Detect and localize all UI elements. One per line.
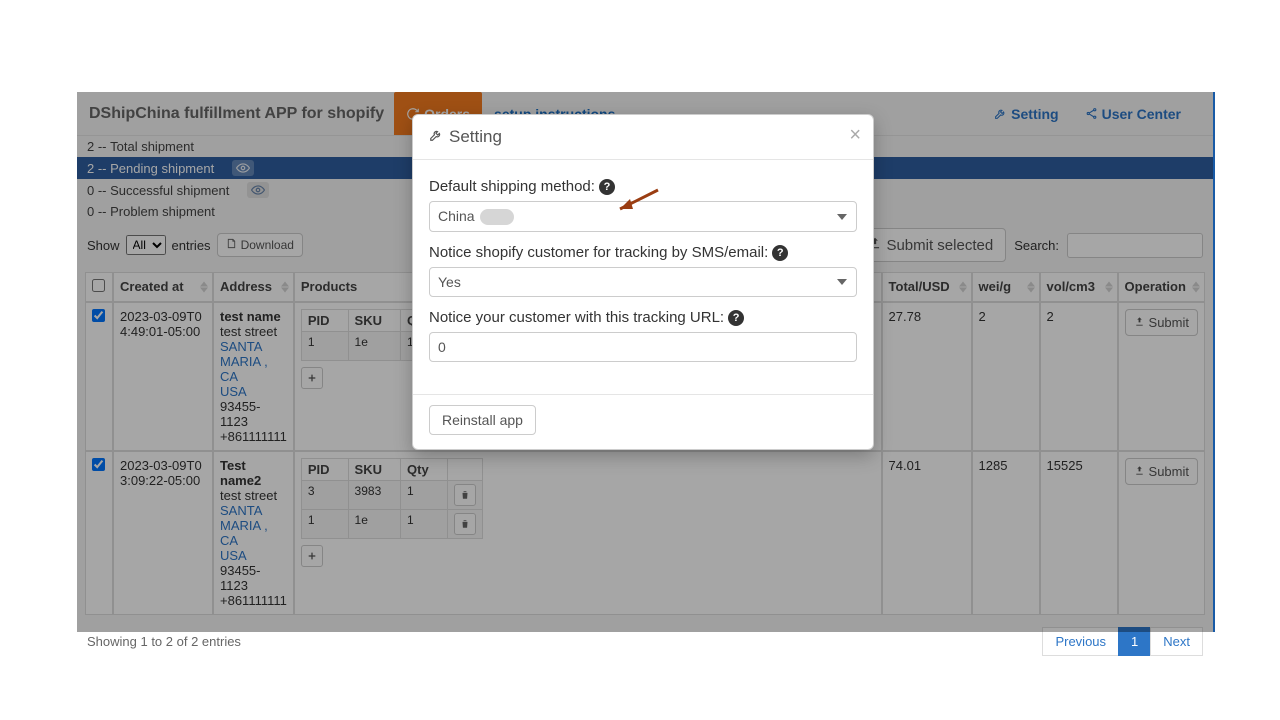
wrench-icon: [429, 127, 443, 147]
label-shipping: Default shipping method: ?: [429, 178, 857, 195]
label-tracking-url: Notice your customer with this tracking …: [429, 309, 857, 326]
notice-select[interactable]: Yes: [429, 267, 857, 297]
modal-header: Setting ×: [413, 115, 873, 160]
label-notice-tracking: Notice shopify customer for tracking by …: [429, 244, 857, 261]
shipping-value: China: [438, 208, 475, 224]
shipping-select[interactable]: China: [429, 201, 857, 232]
close-icon[interactable]: ×: [849, 125, 861, 145]
modal-title-text: Setting: [449, 127, 502, 147]
modal-footer: Reinstall app: [413, 394, 873, 449]
help-icon[interactable]: ?: [728, 310, 744, 326]
tracking-url-input[interactable]: [429, 332, 857, 362]
modal-body: Default shipping method: ? China Notice …: [413, 160, 873, 394]
blurred-text: [480, 209, 514, 225]
setting-modal: Setting × Default shipping method: ? Chi…: [412, 114, 874, 450]
notice-value: Yes: [438, 274, 461, 290]
reinstall-button[interactable]: Reinstall app: [429, 405, 536, 435]
help-icon[interactable]: ?: [599, 179, 615, 195]
showing-info: Showing 1 to 2 of 2 entries: [87, 634, 241, 649]
help-icon[interactable]: ?: [772, 245, 788, 261]
modal-title: Setting: [429, 127, 502, 147]
